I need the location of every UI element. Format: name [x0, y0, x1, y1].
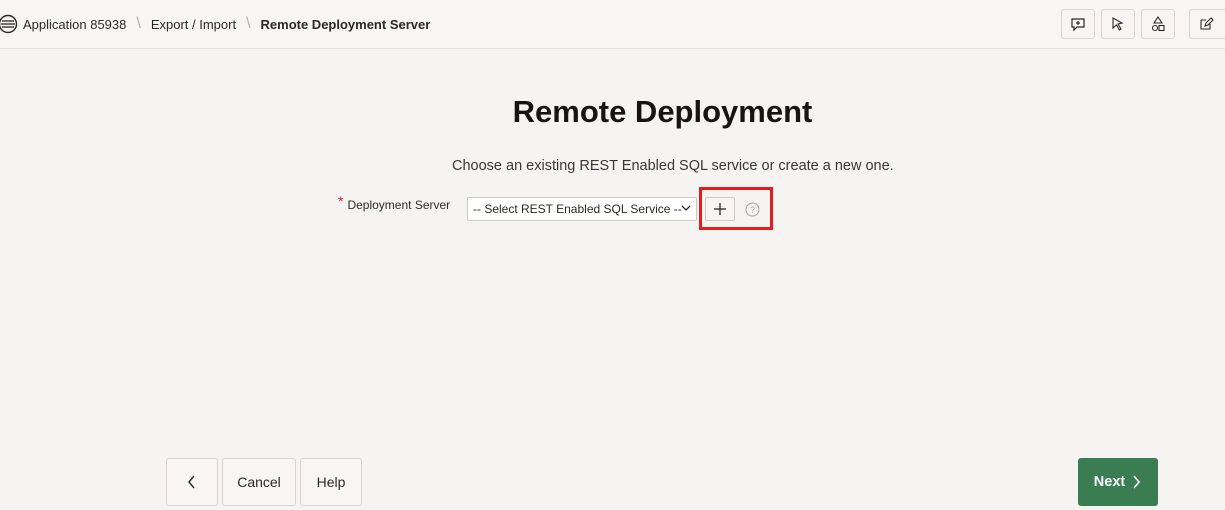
required-indicator: *: [338, 193, 344, 209]
top-bar: Application 85938 \ Export / Import \ Re…: [0, 0, 1225, 49]
deployment-server-select[interactable]: -- Select REST Enabled SQL Service --: [467, 197, 697, 221]
breadcrumb: Application 85938 \ Export / Import \ Re…: [23, 0, 430, 48]
page-instructions: Choose an existing REST Enabled SQL serv…: [452, 158, 894, 174]
help-button[interactable]: Help: [300, 458, 362, 506]
feedback-button[interactable]: [1061, 9, 1095, 39]
app-menu-icon[interactable]: [0, 14, 18, 34]
next-button-label: Next: [1093, 474, 1126, 490]
previous-button[interactable]: [166, 458, 218, 506]
cursor-icon: [1112, 17, 1124, 31]
comment-icon: [1071, 18, 1085, 32]
breadcrumb-application[interactable]: Application 85938: [23, 17, 126, 32]
quick-pick-button[interactable]: [1101, 9, 1135, 39]
breadcrumb-separator: \: [246, 15, 251, 32]
deployment-server-label: * Deployment Server: [338, 193, 451, 212]
page-title: Remote Deployment: [512, 94, 813, 129]
deployment-server-label-text: Deployment Server: [347, 198, 451, 212]
shapes-icon: [1151, 16, 1165, 32]
deployment-server-select-value: -- Select REST Enabled SQL Service --: [473, 202, 682, 216]
cancel-button[interactable]: Cancel: [222, 458, 296, 506]
chevron-down-icon: [681, 205, 691, 211]
edit-icon: [1200, 17, 1214, 30]
shared-components-button[interactable]: [1141, 9, 1175, 39]
breadcrumb-export-import[interactable]: Export / Import: [151, 17, 236, 32]
chevron-right-icon: [1133, 475, 1141, 489]
edit-button[interactable]: [1189, 9, 1225, 39]
highlight-box: [699, 187, 773, 230]
next-button[interactable]: Next: [1078, 458, 1158, 506]
title-container: Remote Deployment: [0, 94, 1225, 130]
breadcrumb-separator: \: [136, 15, 141, 32]
breadcrumb-current-page: Remote Deployment Server: [260, 16, 431, 32]
chevron-left-icon: [188, 475, 195, 489]
